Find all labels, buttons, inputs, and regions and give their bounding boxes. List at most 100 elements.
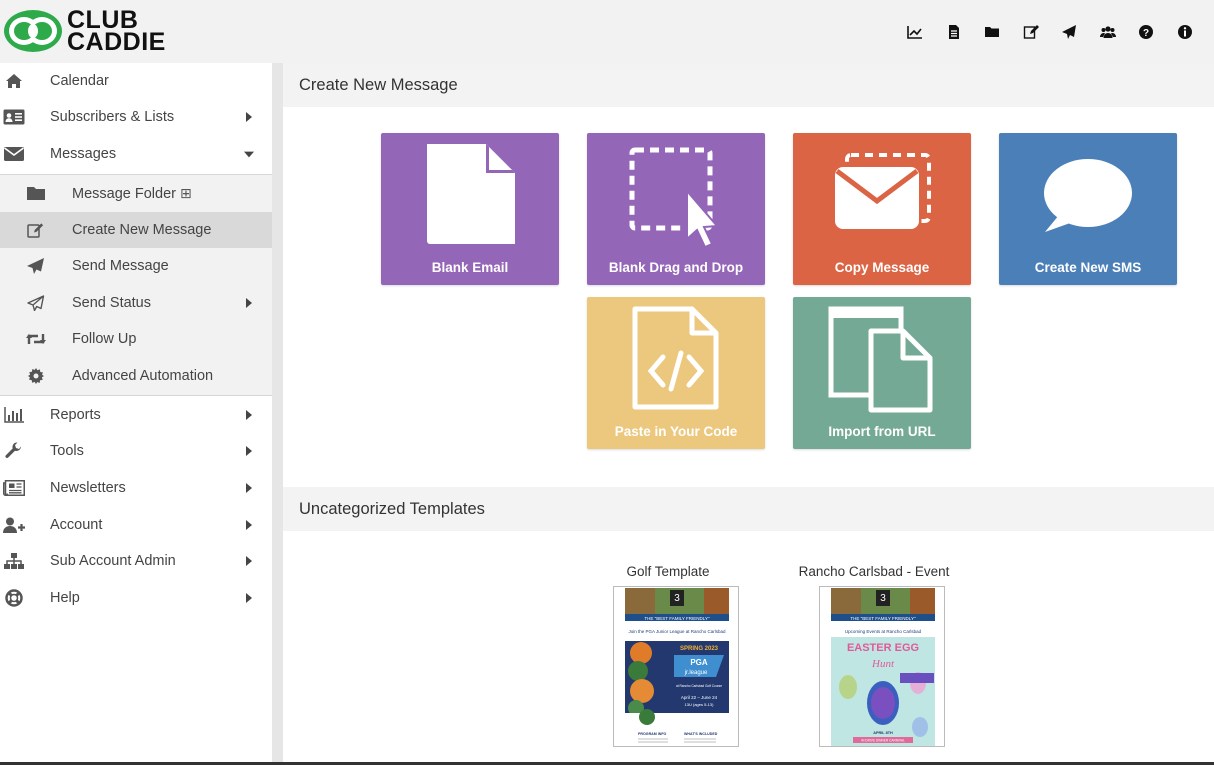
envelope-icon bbox=[3, 144, 25, 164]
logo-mark-icon bbox=[4, 10, 62, 52]
newspaper-icon bbox=[3, 478, 25, 498]
tile-import-url[interactable]: Import from URL bbox=[793, 297, 971, 449]
sidebar-item-label: Sub Account Admin bbox=[50, 553, 176, 569]
thumb-dates: April 22 – June 24 bbox=[681, 695, 718, 700]
template-thumbnail-golf[interactable]: 3 THE "BEST FAMILY FRIENDLY" Join the PG… bbox=[613, 586, 739, 747]
sidebar-subitem-follow-up[interactable]: Follow Up bbox=[0, 321, 272, 357]
logo-line-2: CADDIE bbox=[67, 28, 166, 56]
caret-right-icon bbox=[244, 555, 254, 567]
sidebar-item-label: Send Message bbox=[72, 258, 169, 274]
tile-label: Copy Message bbox=[834, 260, 930, 275]
sidebar-item-label: Reports bbox=[50, 407, 101, 423]
sidebar-item-label: Message Folder ⊞ bbox=[72, 185, 192, 202]
life-ring-icon bbox=[3, 588, 25, 608]
info-circle-icon[interactable] bbox=[1166, 21, 1205, 43]
tile-label: Paste in Your Code bbox=[614, 424, 738, 439]
sidebar-subitem-send-status[interactable]: Send Status bbox=[0, 285, 272, 321]
top-toolbar: ? bbox=[896, 21, 1204, 43]
chart-line-icon[interactable] bbox=[896, 21, 935, 43]
sidebar-item-subscribers-lists[interactable]: Subscribers & Lists bbox=[0, 99, 272, 135]
sidebar-subitem-message-folder[interactable]: Message Folder ⊞ bbox=[0, 175, 272, 211]
thumb-venue: at Rancho Carlsbad Golf Course bbox=[676, 684, 722, 688]
question-circle-icon[interactable]: ? bbox=[1127, 21, 1166, 43]
tile-paste-code[interactable]: Paste in Your Code bbox=[587, 297, 765, 449]
sidebar-item-label: Messages bbox=[50, 146, 117, 162]
thumb-col1: PROGRAM INFO bbox=[638, 732, 667, 736]
main-content: Create New Message Blank Email Blank Dra… bbox=[283, 63, 1214, 765]
home-icon bbox=[3, 71, 25, 91]
club-mark-text: 3 bbox=[880, 593, 886, 604]
caret-right-icon bbox=[244, 409, 254, 421]
caret-right-icon bbox=[244, 445, 254, 457]
gear-icon bbox=[25, 366, 47, 386]
user-plus-icon bbox=[3, 515, 25, 535]
sidebar-subitem-send-message[interactable]: Send Message bbox=[0, 248, 272, 284]
sidebar-item-tools[interactable]: Tools bbox=[0, 433, 272, 469]
file-text-icon[interactable] bbox=[935, 21, 974, 43]
tile-blank-email[interactable]: Blank Email bbox=[381, 133, 559, 285]
tile-label: Blank Drag and Drop bbox=[608, 260, 744, 275]
tile-blank-drag-drop[interactable]: Blank Drag and Drop bbox=[587, 133, 765, 285]
template-title-rancho: Rancho Carlsbad - Event bbox=[798, 564, 950, 579]
sidebar-subitem-advanced-automation[interactable]: Advanced Automation bbox=[0, 358, 272, 394]
sidebar-item-reports[interactable]: Reports bbox=[0, 397, 272, 433]
paper-plane-icon[interactable] bbox=[1050, 21, 1089, 43]
golf-template-preview-image: 3 THE "BEST FAMILY FRIENDLY" Join the PG… bbox=[625, 588, 729, 746]
club-mark-text: 3 bbox=[674, 593, 680, 604]
caret-right-icon bbox=[244, 592, 254, 604]
folder-icon[interactable] bbox=[973, 21, 1012, 43]
tile-label: Blank Email bbox=[431, 260, 509, 275]
sidebar-item-label: Send Status bbox=[72, 295, 151, 311]
rancho-template-preview-image: 3 THE "BEST FAMILY FRIENDLY" Upcoming Ev… bbox=[831, 588, 935, 746]
sidebar-item-label: Subscribers & Lists bbox=[50, 109, 175, 125]
sidebar-item-messages[interactable]: Messages bbox=[0, 136, 272, 172]
sidebar-item-help[interactable]: Help bbox=[0, 580, 272, 616]
sidebar-item-label: Calendar bbox=[50, 73, 109, 89]
paper-plane-icon bbox=[25, 256, 47, 276]
thumb-league-top: PGA bbox=[690, 658, 708, 667]
folder-icon bbox=[25, 183, 47, 203]
club-caddie-logo[interactable]: CLUB CADDIE bbox=[2, 8, 166, 56]
sidebar-item-label: Advanced Automation bbox=[72, 368, 214, 384]
wrench-icon bbox=[3, 441, 25, 461]
edit-icon[interactable] bbox=[1012, 21, 1051, 43]
sidebar-divider bbox=[272, 63, 283, 765]
thumb-headline: Upcoming Events at Rancho Carlsbad bbox=[845, 629, 922, 634]
logo-text: CLUB CADDIE bbox=[67, 8, 166, 56]
caret-right-icon bbox=[244, 297, 254, 309]
caret-right-icon bbox=[244, 519, 254, 531]
caret-down-icon bbox=[244, 148, 254, 160]
thumb-season: SPRING 2023 bbox=[680, 646, 719, 652]
thumb-tagline: THE "BEST FAMILY FRIENDLY" bbox=[644, 616, 710, 621]
retweet-icon bbox=[25, 329, 47, 349]
caret-right-icon bbox=[244, 111, 254, 123]
sidebar-item-newsletters[interactable]: Newsletters bbox=[0, 470, 272, 506]
tile-copy-message[interactable]: Copy Message bbox=[793, 133, 971, 285]
section-title: Create New Message bbox=[299, 75, 458, 94]
address-card-icon bbox=[3, 107, 25, 127]
sidebar-item-calendar[interactable]: Calendar bbox=[0, 63, 272, 99]
section-title: Uncategorized Templates bbox=[299, 499, 485, 518]
tile-create-new-sms[interactable]: Create New SMS bbox=[999, 133, 1177, 285]
tile-label: Create New SMS bbox=[1034, 260, 1142, 275]
sidebar-subitem-create-new-message[interactable]: Create New Message bbox=[0, 212, 272, 248]
users-icon[interactable] bbox=[1089, 21, 1128, 43]
template-thumbnail-rancho[interactable]: 3 THE "BEST FAMILY FRIENDLY" Upcoming Ev… bbox=[819, 586, 945, 747]
caret-right-icon bbox=[244, 482, 254, 494]
plus-square-icon[interactable]: ⊞ bbox=[180, 185, 192, 201]
templates-header: Uncategorized Templates bbox=[283, 487, 1214, 531]
sidebar-item-label: Account bbox=[50, 517, 103, 533]
sidebar-item-label: Follow Up bbox=[72, 331, 137, 347]
sidebar-item-account[interactable]: Account bbox=[0, 507, 272, 543]
thumb-footer1: APRIL 8TH bbox=[873, 731, 893, 735]
sidebar-item-label: Create New Message bbox=[72, 222, 212, 238]
tile-label: Import from URL bbox=[828, 424, 936, 439]
create-message-header: Create New Message bbox=[283, 63, 1214, 107]
sidebar-item-label-text: Message Folder bbox=[72, 185, 176, 202]
edit-icon bbox=[25, 220, 47, 240]
thumb-footer2: IN DRIVE DINNER CARNIVAL bbox=[861, 739, 905, 743]
svg-text:?: ? bbox=[1143, 28, 1149, 39]
sidebar-item-label: Tools bbox=[50, 443, 84, 459]
sidebar-item-sub-account-admin[interactable]: Sub Account Admin bbox=[0, 543, 272, 579]
thumb-col2: WHAT'S INCLUDED bbox=[684, 732, 718, 736]
